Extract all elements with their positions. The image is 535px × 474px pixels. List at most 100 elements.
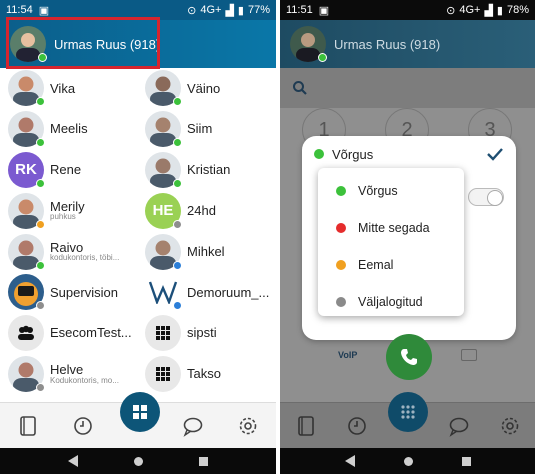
call-button[interactable] bbox=[386, 334, 432, 380]
contact-avatar bbox=[145, 233, 182, 270]
status-option-label: Eemal bbox=[358, 257, 394, 272]
contact-item[interactable]: Takso bbox=[138, 354, 276, 395]
user-avatar[interactable] bbox=[290, 26, 327, 62]
back-icon[interactable] bbox=[344, 455, 355, 467]
contact-item[interactable]: Meelis bbox=[0, 109, 138, 150]
dialpad-icon bbox=[156, 366, 170, 381]
contact-item[interactable]: HE 24hd bbox=[138, 190, 276, 231]
contact-name: Helve bbox=[50, 361, 84, 377]
contact-name: 24hd bbox=[187, 202, 216, 218]
chat-icon[interactable] bbox=[179, 412, 207, 440]
status-option[interactable]: Võrgus bbox=[318, 172, 464, 209]
contact-name: Väino bbox=[187, 80, 221, 96]
contact-avatar bbox=[145, 274, 182, 311]
battery-level: 78% bbox=[506, 4, 529, 16]
history-icon[interactable] bbox=[343, 412, 371, 440]
status-dot bbox=[173, 301, 182, 311]
battery-icon: ▮ bbox=[496, 4, 503, 17]
contact-status-text: Kodukontoris, mo... bbox=[50, 376, 119, 385]
contact-name: Kristian bbox=[187, 162, 231, 178]
contact-item[interactable]: Raivo kodukontoris, töbi... bbox=[0, 231, 138, 272]
check-icon[interactable] bbox=[486, 145, 504, 163]
status-dot bbox=[36, 178, 45, 188]
gallery-icon: ▣ bbox=[38, 4, 50, 17]
phonebook-icon[interactable] bbox=[14, 412, 42, 440]
grid-icon bbox=[133, 405, 147, 419]
status-toggle[interactable] bbox=[468, 188, 504, 206]
contact-item[interactable]: EsecomTest... bbox=[0, 313, 138, 354]
status-option-label: Väljalogitud bbox=[358, 294, 423, 309]
home-icon[interactable] bbox=[134, 456, 143, 466]
contact-avatar bbox=[8, 355, 45, 392]
contact-avatar bbox=[145, 355, 181, 392]
status-color-dot bbox=[336, 185, 346, 196]
contact-item[interactable]: Kristian bbox=[138, 150, 276, 191]
status-option[interactable]: Eemal bbox=[318, 246, 464, 283]
phonebook-icon[interactable] bbox=[292, 412, 320, 440]
home-icon[interactable] bbox=[403, 456, 413, 466]
settings-gear-icon[interactable] bbox=[234, 412, 262, 440]
contact-name: Supervision bbox=[50, 284, 118, 300]
backspace-icon[interactable] bbox=[461, 349, 477, 361]
contact-avatar bbox=[8, 274, 45, 311]
logo-icon bbox=[148, 281, 178, 305]
chat-icon[interactable] bbox=[445, 412, 473, 440]
contact-avatar bbox=[8, 111, 45, 148]
contact-name: Vika bbox=[50, 80, 76, 96]
status-time: 11:51 bbox=[286, 4, 313, 16]
search-bar[interactable] bbox=[280, 68, 535, 108]
contact-item[interactable]: Supervision bbox=[0, 272, 138, 313]
phone-icon bbox=[401, 349, 417, 365]
contact-avatar bbox=[145, 151, 182, 188]
status-dot bbox=[173, 178, 182, 188]
recent-apps-icon[interactable] bbox=[461, 456, 471, 466]
network-type: 4G+ bbox=[459, 4, 481, 16]
status-color-dot bbox=[336, 259, 346, 270]
dialpad-button[interactable] bbox=[388, 392, 428, 432]
contact-avatar: RK bbox=[8, 151, 45, 188]
voip-label[interactable]: VoIP bbox=[338, 350, 357, 360]
contact-list: Vika Väino Meelis Siim RK Rene Kristian Merily p… bbox=[0, 68, 276, 394]
contact-avatar bbox=[8, 233, 45, 270]
status-dot bbox=[36, 260, 45, 270]
contact-item[interactable]: Siim bbox=[138, 109, 276, 150]
contact-item[interactable]: Väino bbox=[138, 68, 276, 109]
contact-item[interactable]: Mihkel bbox=[138, 231, 276, 272]
user-name[interactable]: Urmas Ruus (918) bbox=[334, 37, 440, 52]
contact-item[interactable]: Demoruum_... bbox=[138, 272, 276, 313]
status-dropdown: Võrgus Mitte segada Eemal Väljalogitud bbox=[318, 168, 464, 316]
status-time: 11:54 bbox=[6, 4, 33, 16]
contacts-screen: 11:54 ▣ ⊙ 4G+ ▟ ▮ 77% Urmas Ruus (918) V… bbox=[0, 0, 276, 474]
contact-avatar: HE bbox=[145, 192, 182, 229]
back-icon[interactable] bbox=[68, 455, 78, 467]
system-nav-bar bbox=[0, 448, 276, 474]
location-icon: ⊙ bbox=[187, 4, 197, 17]
status-option[interactable]: Mitte segada bbox=[318, 209, 464, 246]
highlight-box bbox=[6, 17, 160, 69]
status-option[interactable]: Väljalogitud bbox=[318, 283, 464, 320]
status-dot bbox=[36, 301, 45, 311]
current-status-dot bbox=[314, 149, 324, 159]
app-header: Urmas Ruus (918) bbox=[280, 20, 535, 68]
contact-item[interactable]: Vika bbox=[0, 68, 138, 109]
contact-item[interactable]: Merily puhkus bbox=[0, 190, 138, 231]
contact-item[interactable]: Helve Kodukontoris, mo... bbox=[0, 354, 138, 395]
status-dot bbox=[36, 382, 45, 392]
contact-name: Mihkel bbox=[187, 243, 225, 259]
contact-name: EsecomTest... bbox=[50, 325, 132, 341]
dashboard-button[interactable] bbox=[120, 392, 160, 432]
status-dot bbox=[318, 53, 327, 62]
contact-avatar bbox=[8, 315, 44, 352]
recent-apps-icon[interactable] bbox=[199, 456, 208, 466]
contact-item[interactable]: RK Rene bbox=[0, 150, 138, 191]
settings-gear-icon[interactable] bbox=[496, 412, 524, 440]
network-type: 4G+ bbox=[200, 4, 222, 16]
status-dot bbox=[173, 97, 182, 107]
status-panel-header[interactable]: Võrgus bbox=[302, 136, 516, 172]
avatar-initials: RK bbox=[15, 161, 37, 179]
status-option-label: Mitte segada bbox=[358, 220, 430, 235]
dialpad-screen: 11:51 ▣ ⊙ 4G+ ▟ ▮ 78% Urmas Ruus (918) 1… bbox=[280, 0, 535, 474]
battery-level: 77% bbox=[247, 4, 270, 16]
contact-item[interactable]: sipsti bbox=[138, 313, 276, 354]
history-icon[interactable] bbox=[69, 412, 97, 440]
